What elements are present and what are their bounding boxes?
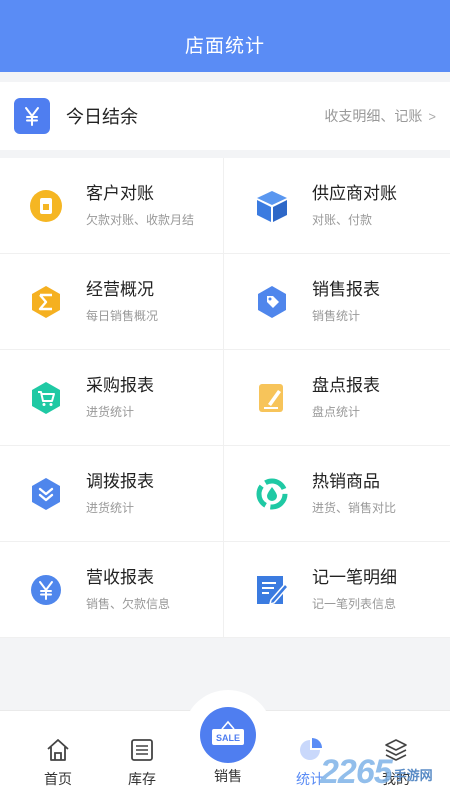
grid-item-inventory-report[interactable]: 盘点报表 盘点统计 <box>224 350 450 446</box>
grid-item-subtitle: 记一笔列表信息 <box>312 597 397 611</box>
grid-item-subtitle: 进货统计 <box>86 501 135 515</box>
sale-badge-text: SALE <box>216 733 240 743</box>
top-bar: 店面统计 <box>0 0 450 72</box>
grid-item-customer-reconcile[interactable]: 客户对账 欠款对账、收款月结 <box>0 158 224 254</box>
watermark-logo: 2265 手游网 <box>320 742 433 792</box>
today-balance-label: 今日结余 <box>66 107 138 127</box>
sale-sign-icon: SALE <box>200 707 256 763</box>
tab-label: 首页 <box>44 771 72 787</box>
balance-details-text: 收支明细、记账 <box>324 108 423 124</box>
box-icon <box>254 188 290 224</box>
cart-icon <box>28 380 64 416</box>
grid-item-revenue-report[interactable]: 营收报表 销售、欠款信息 <box>0 542 224 638</box>
grid-item-title: 热销商品 <box>312 472 380 491</box>
page-title: 店面统计 <box>184 36 265 57</box>
grid-item-subtitle: 盘点统计 <box>312 405 361 419</box>
grid-item-title: 经营概况 <box>86 280 154 299</box>
grid-item-subtitle: 欠款对账、收款月结 <box>86 213 195 227</box>
grid-item-title: 采购报表 <box>86 376 154 395</box>
yen-icon <box>14 98 50 134</box>
yen-circle-icon <box>28 572 64 608</box>
coin-icon <box>28 188 64 224</box>
grid-item-business-overview[interactable]: 经营概况 每日销售概况 <box>0 254 224 350</box>
tab-home[interactable]: 首页 <box>18 711 98 800</box>
grid-item-sales-report[interactable]: 销售报表 销售统计 <box>224 254 450 350</box>
grid-item-subtitle: 每日销售概况 <box>86 309 159 323</box>
drop-cycle-icon <box>254 476 290 512</box>
list-icon <box>129 737 155 763</box>
grid-item-subtitle: 销售统计 <box>312 309 361 323</box>
transfer-icon <box>28 476 64 512</box>
grid-item-title: 营收报表 <box>86 568 154 587</box>
grid-item-title: 调拨报表 <box>86 472 154 491</box>
grid-item-subtitle: 对账、付款 <box>312 213 373 227</box>
note-edit-icon <box>254 572 290 608</box>
tab-label: 库存 <box>128 771 156 787</box>
report-grid: 客户对账 欠款对账、收款月结 供应商对账 对账、付款 经营概况 每日销售概况 销… <box>0 158 450 638</box>
sigma-icon <box>28 284 64 320</box>
grid-item-record-details[interactable]: 记一笔明细 记一笔列表信息 <box>224 542 450 638</box>
grid-item-title: 客户对账 <box>86 184 154 203</box>
grid-item-purchase-report[interactable]: 采购报表 进货统计 <box>0 350 224 446</box>
grid-item-transfer-report[interactable]: 调拨报表 进货统计 <box>0 446 224 542</box>
grid-item-hot-products[interactable]: 热销商品 进货、销售对比 <box>224 446 450 542</box>
grid-item-title: 销售报表 <box>312 280 380 299</box>
chevron-right-icon: > <box>428 108 436 124</box>
grid-item-subtitle: 销售、欠款信息 <box>86 597 171 611</box>
grid-item-subtitle: 进货统计 <box>86 405 135 419</box>
today-balance-row[interactable]: 今日结余 收支明细、记账 > <box>0 82 450 150</box>
pencil-doc-icon <box>254 380 290 416</box>
home-icon <box>45 737 71 763</box>
grid-item-title: 盘点报表 <box>312 376 380 395</box>
watermark-text: 手游网 <box>393 768 433 783</box>
tab-stock[interactable]: 库存 <box>102 711 182 800</box>
grid-item-supplier-reconcile[interactable]: 供应商对账 对账、付款 <box>224 158 450 254</box>
grid-item-title: 记一笔明细 <box>312 568 397 587</box>
balance-details-link[interactable]: 收支明细、记账 > <box>324 106 436 126</box>
grid-item-title: 供应商对账 <box>312 184 397 203</box>
grid-item-subtitle: 进货、销售对比 <box>312 501 397 515</box>
watermark-number: 2265 <box>320 753 393 791</box>
tag-icon <box>254 284 290 320</box>
tab-label-sale: 销售 <box>214 768 242 784</box>
